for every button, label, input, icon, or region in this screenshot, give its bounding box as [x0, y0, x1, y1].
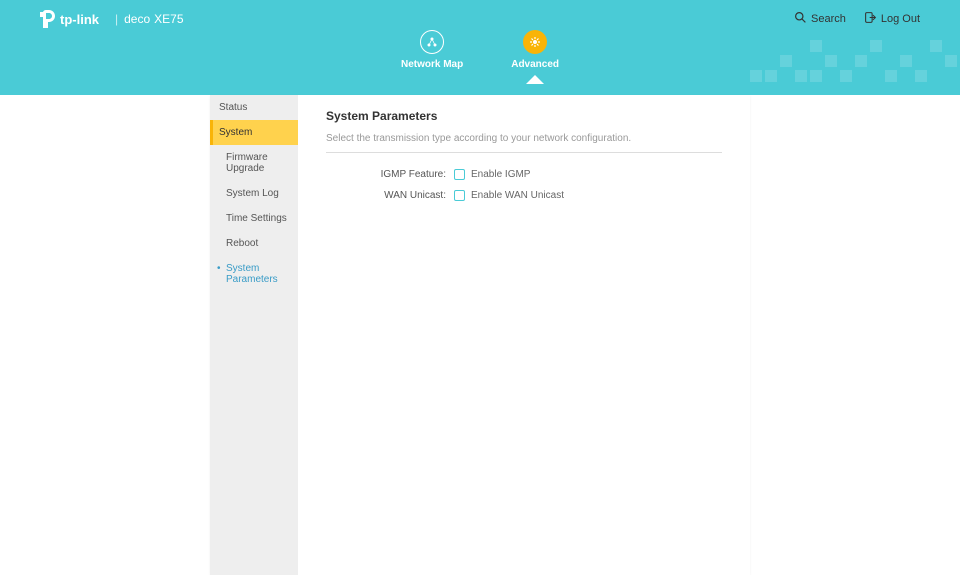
sidebar-item-status[interactable]: Status — [210, 95, 298, 120]
main-panel: Status System Firmware Upgrade System Lo… — [210, 95, 750, 575]
page-description: Select the transmission type according t… — [326, 133, 722, 144]
brand-name: tp-link — [60, 12, 99, 27]
wan-label: WAN Unicast: — [326, 190, 454, 201]
sidebar-item-system-log[interactable]: System Log — [210, 181, 298, 206]
product-model: XE75 — [154, 12, 183, 26]
tab-advanced-label: Advanced — [511, 59, 559, 70]
header: tp-link | deco XE75 Search Log Out Netwo… — [0, 0, 960, 95]
tab-network-map-label: Network Map — [401, 59, 463, 70]
tplink-logo-icon — [40, 10, 56, 28]
igmp-option-label: Enable IGMP — [471, 169, 530, 180]
product-line: deco — [124, 12, 150, 26]
sidebar-item-reboot[interactable]: Reboot — [210, 231, 298, 256]
sidebar-item-firmware-upgrade[interactable]: Firmware Upgrade — [210, 145, 298, 181]
search-label: Search — [811, 13, 846, 25]
divider — [326, 152, 722, 153]
logout-label: Log Out — [881, 13, 920, 25]
search-button[interactable]: Search — [794, 11, 846, 27]
content-area: System Parameters Select the transmissio… — [298, 95, 750, 575]
logout-button[interactable]: Log Out — [864, 11, 920, 27]
igmp-checkbox[interactable] — [454, 169, 465, 180]
wan-checkbox[interactable] — [454, 190, 465, 201]
logout-icon — [864, 11, 877, 27]
search-icon — [794, 11, 807, 27]
igmp-label: IGMP Feature: — [326, 169, 454, 180]
sidebar: Status System Firmware Upgrade System Lo… — [210, 95, 298, 575]
igmp-row: IGMP Feature: Enable IGMP — [326, 169, 722, 180]
sidebar-item-system-parameters[interactable]: System Parameters — [210, 256, 298, 292]
network-map-icon — [420, 30, 444, 54]
wan-option-label: Enable WAN Unicast — [471, 190, 564, 201]
tab-advanced[interactable]: Advanced — [511, 30, 559, 70]
sidebar-item-time-settings[interactable]: Time Settings — [210, 206, 298, 231]
page-title: System Parameters — [326, 109, 722, 123]
product-separator: | — [115, 12, 118, 26]
sidebar-item-system[interactable]: System — [210, 120, 298, 145]
brand-logo: tp-link | deco XE75 — [40, 10, 184, 28]
advanced-icon — [523, 30, 547, 54]
wan-row: WAN Unicast: Enable WAN Unicast — [326, 190, 722, 201]
tab-network-map[interactable]: Network Map — [401, 30, 463, 70]
